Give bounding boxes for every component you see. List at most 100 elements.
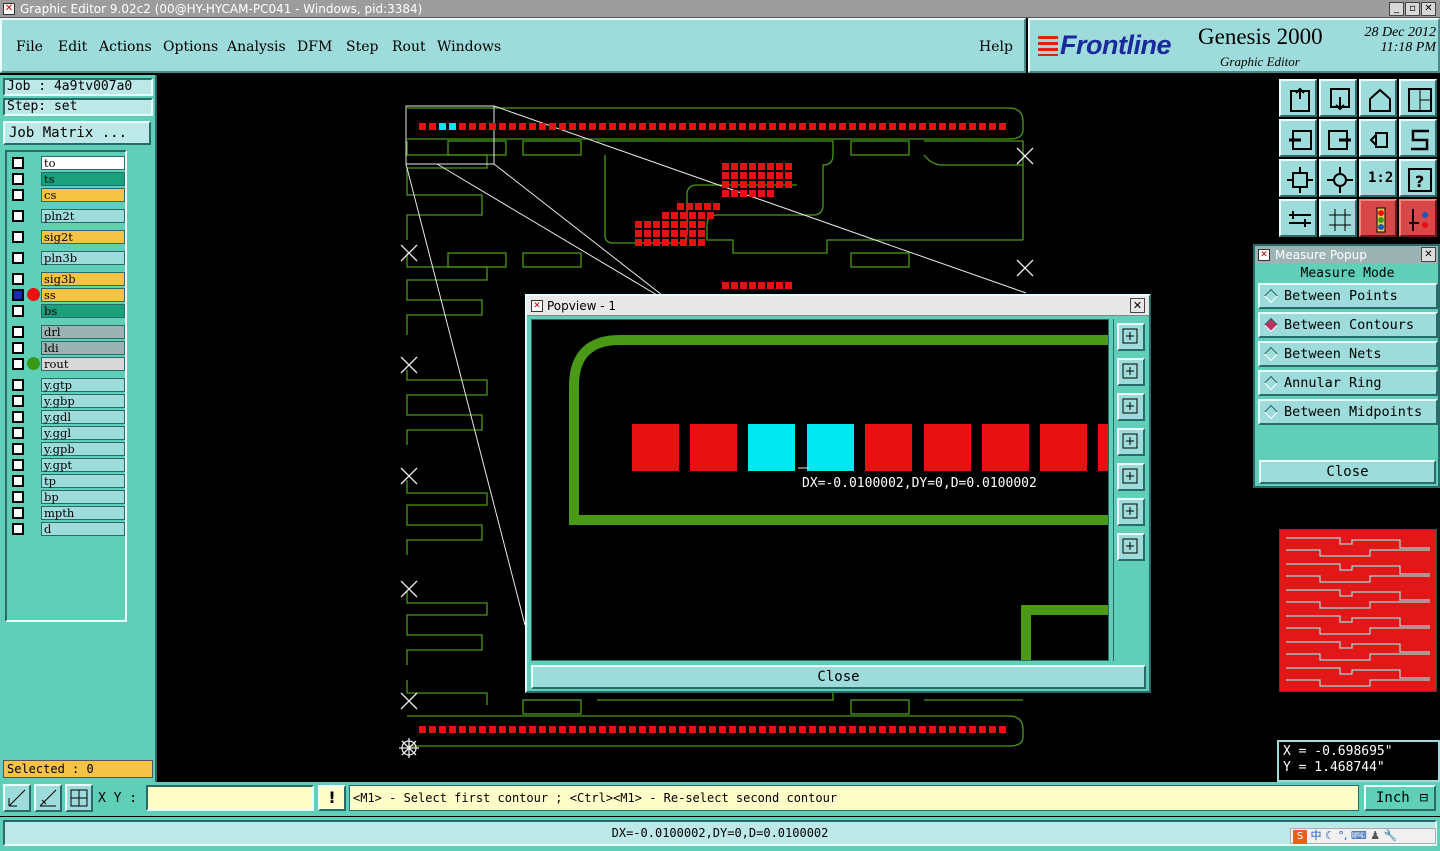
layer-checkbox[interactable] [12,189,24,201]
menu-options[interactable]: Options [163,39,218,55]
layer-name[interactable]: cs [41,188,125,202]
pan-right-icon[interactable] [1117,463,1145,491]
layer-row-rout[interactable]: rout [9,357,125,371]
layer-checkbox[interactable] [12,427,24,439]
pan-down-icon[interactable] [1319,79,1357,117]
layer-row-tp[interactable]: tp [9,474,125,488]
mode-between-midpoints[interactable]: Between Midpoints [1258,399,1438,425]
moon-icon[interactable]: ☾ [1325,829,1335,842]
menu-windows[interactable]: Windows [437,39,501,55]
layer-name[interactable]: ss [41,288,125,302]
layer-row-drl[interactable]: drl [9,325,125,339]
layer-checkbox[interactable] [12,342,24,354]
layer-row-cs[interactable]: cs [9,188,125,202]
layer-row-to[interactable]: to [9,156,125,170]
layer-row-y-gbp[interactable]: y.gbp [9,394,125,408]
units-selector[interactable]: Inch ⊟ [1364,785,1436,811]
grid-icon[interactable] [1319,199,1357,237]
popview-close-icon[interactable]: ✕ [1130,298,1145,313]
menu-actions[interactable]: Actions [99,39,152,55]
pan-up-icon[interactable] [1279,79,1317,117]
layers-up-icon[interactable] [1359,199,1397,237]
layer-name[interactable]: mpth [41,506,125,520]
redraw-icon[interactable] [1359,119,1397,157]
xy-input[interactable] [146,785,314,811]
layer-row-mpth[interactable]: mpth [9,506,125,520]
mode-between-nets[interactable]: Between Nets [1258,341,1438,367]
layer-row-bs[interactable]: bs [9,304,125,318]
layer-name[interactable]: rout [41,357,125,371]
mode-between-points[interactable]: Between Points [1258,283,1438,309]
home-icon[interactable] [1359,79,1397,117]
zoom-center-icon[interactable] [1117,533,1145,561]
snap-icon[interactable] [1399,119,1437,157]
layer-row-ss[interactable]: ss [9,288,125,302]
layer-checkbox[interactable] [12,231,24,243]
layer-row-y-ggl[interactable]: y.ggl [9,426,125,440]
layer-name[interactable]: pln3b [41,251,125,265]
layer-checkbox[interactable] [12,507,24,519]
menu-step[interactable]: Step [346,39,378,55]
layer-checkbox[interactable] [12,491,24,503]
layer-row-sig3b[interactable]: sig3b [9,272,125,286]
zoom-fit-icon[interactable] [1117,498,1145,526]
popview-close-button[interactable]: Close [531,665,1146,689]
keyboard-icon[interactable]: ⌨ [1351,829,1367,842]
layer-checkbox[interactable] [12,443,24,455]
snap-mode-icon[interactable] [3,784,31,812]
layer-row-pln2t[interactable]: pln2t [9,209,125,223]
layer-checkbox[interactable] [12,157,24,169]
layer-row-ldi[interactable]: ldi [9,341,125,355]
popview-canvas[interactable]: DX=-0.0100002,DY=0,D=0.0100002 [531,319,1109,661]
layer-checkbox[interactable] [12,289,24,301]
layer-checkbox[interactable] [12,210,24,222]
sogou-icon[interactable]: S [1293,830,1307,844]
layer-row-y-gdl[interactable]: y.gdl [9,410,125,424]
layer-checkbox[interactable] [12,411,24,423]
pan-left-icon[interactable] [1279,119,1317,157]
menu-rout[interactable]: Rout [392,39,426,55]
layer-row-pln3b[interactable]: pln3b [9,251,125,265]
layer-name[interactable]: y.gbp [41,394,125,408]
scale-1-2-icon[interactable]: 1:2 [1359,159,1397,197]
menu-edit[interactable]: Edit [58,39,87,55]
layer-checkbox[interactable] [12,475,24,487]
tools-icon[interactable] [1279,199,1317,237]
zoom-in-icon[interactable] [1117,323,1145,351]
pan-right-icon[interactable] [1319,119,1357,157]
layer-checkbox[interactable] [12,252,24,264]
pan-left-icon[interactable] [1117,428,1145,456]
layer-name[interactable]: sig2t [41,230,125,244]
layer-name[interactable]: ldi [41,341,125,355]
layer-name[interactable]: ts [41,172,125,186]
window-icon[interactable] [1399,79,1437,117]
layer-name[interactable]: tp [41,474,125,488]
layer-row-sig2t[interactable]: sig2t [9,230,125,244]
layer-checkbox[interactable] [12,459,24,471]
zoom-center-icon[interactable] [1319,159,1357,197]
menu-help[interactable]: Help [979,39,1013,55]
job-matrix-button[interactable]: Job Matrix ... [3,121,151,145]
layer-name[interactable]: y.gdl [41,410,125,424]
layer-name[interactable]: bs [41,304,125,318]
layer-checkbox[interactable] [12,273,24,285]
measure-mode-icon[interactable] [34,784,62,812]
grid-snap-icon[interactable] [65,784,93,812]
layer-row-y-gpt[interactable]: y.gpt [9,458,125,472]
layer-checkbox[interactable] [12,326,24,338]
layer-row-ts[interactable]: ts [9,172,125,186]
mode-annular-ring[interactable]: Annular Ring [1258,370,1438,396]
layer-name[interactable]: drl [41,325,125,339]
layer-checkbox[interactable] [12,523,24,535]
ime-indicator[interactable]: 中 [1311,829,1322,842]
pan-up-icon[interactable] [1117,358,1145,386]
layer-name[interactable]: bp [41,490,125,504]
menu-dfm[interactable]: DFM [297,39,332,55]
layer-name[interactable]: sig3b [41,272,125,286]
layers-down-icon[interactable] [1399,199,1437,237]
minimize-button[interactable]: _ [1389,2,1404,16]
maximize-button[interactable]: ▫ [1405,2,1420,16]
layer-checkbox[interactable] [12,379,24,391]
layer-name[interactable]: y.gtp [41,378,125,392]
pan-down-icon[interactable] [1117,393,1145,421]
